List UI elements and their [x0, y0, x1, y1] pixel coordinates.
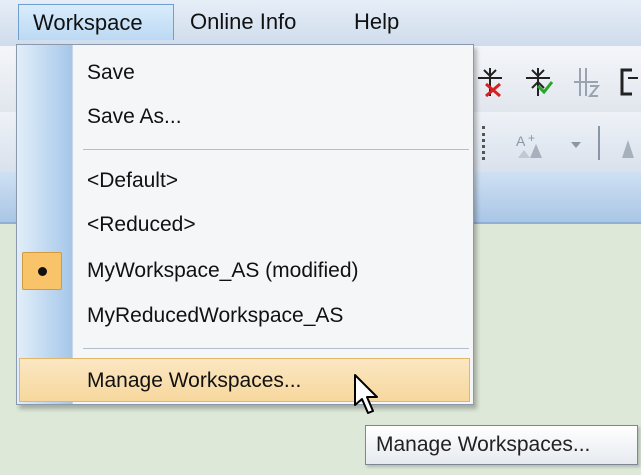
tooltip: Manage Workspaces... — [365, 425, 638, 465]
menu-item-myreducedworkspace[interactable]: MyReducedWorkspace_AS — [17, 294, 473, 338]
menu-workspace[interactable]: Workspace — [18, 4, 174, 40]
menu-online-info[interactable]: Online Info — [176, 4, 338, 40]
menu-separator — [83, 149, 469, 150]
radio-bullet-icon — [38, 267, 47, 276]
sort-ascending-icon[interactable]: A + — [514, 132, 550, 160]
svg-text:+: + — [528, 132, 535, 145]
menu-item-default[interactable]: <Default> — [17, 159, 473, 203]
menu-help[interactable]: Help — [340, 4, 420, 40]
menu-item-myworkspace[interactable]: MyWorkspace_AS (modified) — [17, 249, 473, 293]
menu-item-label: <Reduced> — [87, 213, 196, 236]
menu-item-label: MyWorkspace_AS (modified) — [87, 259, 359, 282]
menu-item-label: Save — [87, 61, 135, 84]
filter-add-icon[interactable] — [524, 66, 554, 98]
filter-remove-icon[interactable] — [476, 66, 504, 98]
toolbar-separator — [598, 126, 600, 160]
menu-item-label: <Default> — [87, 169, 179, 192]
menu-item-save-as[interactable]: Save As... — [17, 95, 473, 139]
menu-item-save[interactable]: Save — [17, 51, 473, 95]
filter-disabled-icon[interactable] — [572, 66, 602, 98]
checked-indicator — [22, 252, 62, 290]
bracket-icon[interactable] — [618, 68, 641, 96]
menu-item-reduced[interactable]: <Reduced> — [17, 203, 473, 247]
sort-icon[interactable] — [616, 130, 641, 160]
workspace-dropdown-menu: Save Save As... <Default> <Reduced> MyWo… — [16, 44, 474, 405]
menu-item-manage-workspaces[interactable]: Manage Workspaces... — [19, 358, 470, 402]
menu-item-label: Save As... — [87, 105, 182, 128]
dropdown-arrow-icon[interactable] — [570, 140, 582, 150]
menu-item-label: MyReducedWorkspace_AS — [87, 304, 344, 327]
menu-separator — [83, 348, 469, 349]
svg-text:A: A — [516, 133, 526, 149]
menu-item-label: Manage Workspaces... — [87, 369, 302, 392]
mouse-pointer-icon — [354, 374, 378, 414]
menu-bar: Workspace Online Info Help — [0, 0, 641, 47]
toolbar-separator — [482, 126, 485, 160]
